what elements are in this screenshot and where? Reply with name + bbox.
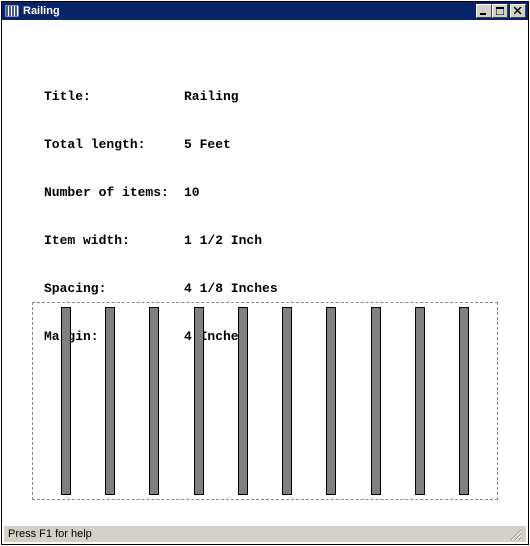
info-value: 5 Feet — [184, 137, 231, 153]
app-icon — [4, 3, 20, 19]
status-text: Press F1 for help — [8, 528, 92, 540]
status-bar: Press F1 for help — [4, 525, 526, 542]
rail — [459, 307, 469, 495]
info-label: Title: — [44, 89, 184, 105]
rail — [149, 307, 159, 495]
rail — [61, 307, 71, 495]
minimize-button[interactable] — [476, 4, 492, 18]
info-row: Spacing: 4 1/8 Inches — [44, 281, 278, 297]
window-title: Railing — [23, 5, 476, 17]
rail — [105, 307, 115, 495]
info-row: Title: Railing — [44, 89, 278, 105]
title-bar: Railing — [2, 2, 528, 20]
rail — [282, 307, 292, 495]
rail — [415, 307, 425, 495]
info-label: Number of items: — [44, 185, 184, 201]
maximize-button[interactable] — [492, 4, 508, 18]
info-label: Spacing: — [44, 281, 184, 297]
railing-diagram — [32, 302, 498, 500]
info-row: Item width: 1 1/2 Inch — [44, 233, 278, 249]
window-controls — [476, 4, 526, 18]
info-label: Item width: — [44, 233, 184, 249]
close-button[interactable] — [510, 4, 526, 18]
rails-container — [33, 307, 497, 495]
info-label: Total length: — [44, 137, 184, 153]
info-value: Railing — [184, 89, 239, 105]
app-window: Railing Titl — [1, 1, 529, 545]
rail — [326, 307, 336, 495]
rail — [194, 307, 204, 495]
info-value: 4 1/8 Inches — [184, 281, 278, 297]
resize-grip-icon[interactable] — [508, 527, 522, 541]
info-value: 1 1/2 Inch — [184, 233, 262, 249]
client-area: Title: Railing Total length: 5 Feet Numb… — [4, 22, 526, 524]
rail — [371, 307, 381, 495]
info-row: Number of items: 10 — [44, 185, 278, 201]
rail — [238, 307, 248, 495]
info-row: Total length: 5 Feet — [44, 137, 278, 153]
info-value: 10 — [184, 185, 200, 201]
